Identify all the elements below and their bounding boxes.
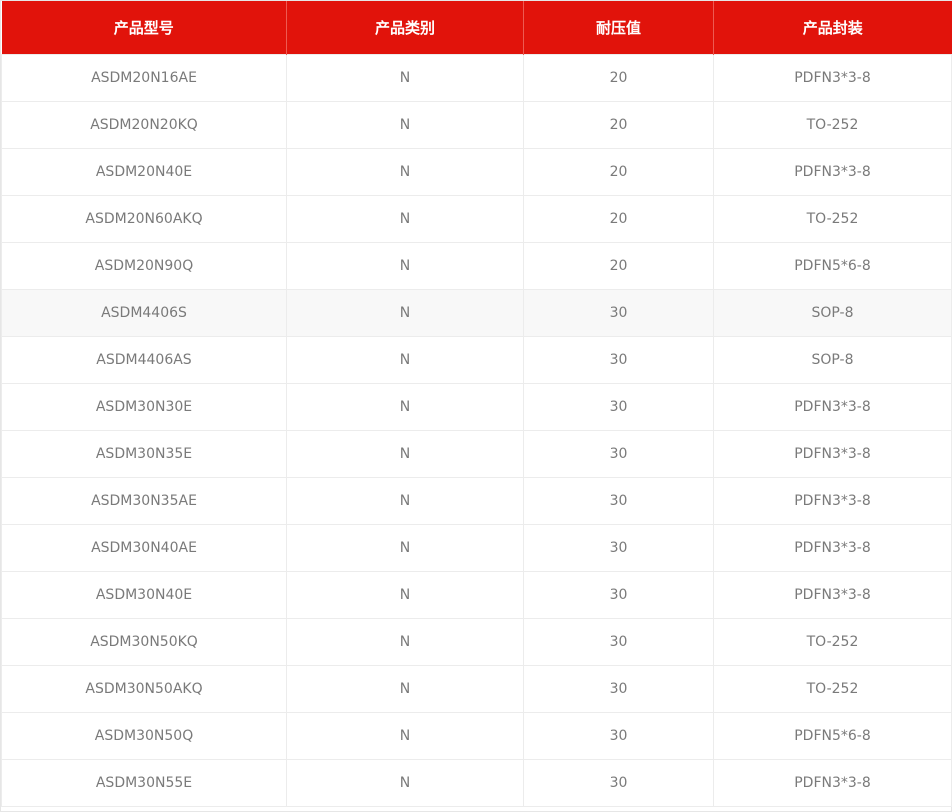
cell-category: N bbox=[286, 336, 524, 384]
table-header: 产品型号 产品类别 耐压值 产品封装 bbox=[1, 1, 952, 55]
cell-package: PDFN3*3-8 bbox=[713, 430, 952, 478]
cell-voltage: 30 bbox=[523, 618, 714, 666]
cell-model: ASDM30N40E bbox=[1, 571, 287, 619]
table-row[interactable]: ASDM30N55E N 30 PDFN3*3-8 bbox=[1, 759, 952, 807]
cell-voltage: 30 bbox=[523, 289, 714, 337]
cell-package: SOP-8 bbox=[713, 336, 952, 384]
cell-voltage: 30 bbox=[523, 571, 714, 619]
column-header-category[interactable]: 产品类别 bbox=[286, 1, 524, 55]
cell-voltage: 30 bbox=[523, 759, 714, 807]
cell-category: N bbox=[286, 195, 524, 243]
cell-voltage: 30 bbox=[523, 665, 714, 713]
cell-category: N bbox=[286, 289, 524, 337]
cell-category: N bbox=[286, 618, 524, 666]
cell-voltage: 30 bbox=[523, 477, 714, 525]
cell-voltage: 30 bbox=[523, 383, 714, 431]
cell-model: ASDM4406S bbox=[1, 289, 287, 337]
cell-category: N bbox=[286, 571, 524, 619]
cell-category: N bbox=[286, 148, 524, 196]
cell-package: PDFN3*3-8 bbox=[713, 759, 952, 807]
cell-model: ASDM20N16AE bbox=[1, 54, 287, 102]
cell-package: PDFN3*3-8 bbox=[713, 54, 952, 102]
header-row: 产品型号 产品类别 耐压值 产品封装 bbox=[1, 1, 952, 55]
cell-category: N bbox=[286, 712, 524, 760]
cell-model: ASDM30N50KQ bbox=[1, 618, 287, 666]
table-row[interactable]: ASDM20N20KQ N 20 TO-252 bbox=[1, 101, 952, 149]
cell-model: ASDM30N35E bbox=[1, 430, 287, 478]
product-table: 产品型号 产品类别 耐压值 产品封装 ASDM20N16AE N 20 PDFN… bbox=[1, 1, 952, 807]
cell-category: N bbox=[286, 242, 524, 290]
cell-voltage: 30 bbox=[523, 336, 714, 384]
cell-category: N bbox=[286, 101, 524, 149]
cell-category: N bbox=[286, 477, 524, 525]
cell-package: PDFN5*6-8 bbox=[713, 242, 952, 290]
table-row[interactable]: ASDM4406AS N 30 SOP-8 bbox=[1, 336, 952, 384]
cell-voltage: 20 bbox=[523, 195, 714, 243]
cell-voltage: 20 bbox=[523, 54, 714, 102]
cell-model: ASDM30N55E bbox=[1, 759, 287, 807]
cell-category: N bbox=[286, 524, 524, 572]
cell-package: TO-252 bbox=[713, 618, 952, 666]
cell-package: PDFN3*3-8 bbox=[713, 571, 952, 619]
cell-voltage: 30 bbox=[523, 430, 714, 478]
column-header-package[interactable]: 产品封装 bbox=[713, 1, 952, 55]
cell-package: TO-252 bbox=[713, 101, 952, 149]
cell-model: ASDM30N50Q bbox=[1, 712, 287, 760]
column-header-voltage[interactable]: 耐压值 bbox=[523, 1, 714, 55]
table-row[interactable]: ASDM30N50AKQ N 30 TO-252 bbox=[1, 665, 952, 713]
cell-model: ASDM20N90Q bbox=[1, 242, 287, 290]
table-row[interactable]: ASDM30N30E N 30 PDFN3*3-8 bbox=[1, 383, 952, 431]
cell-package: PDFN3*3-8 bbox=[713, 524, 952, 572]
table-row[interactable]: ASDM20N16AE N 20 PDFN3*3-8 bbox=[1, 54, 952, 102]
cell-voltage: 30 bbox=[523, 524, 714, 572]
cell-category: N bbox=[286, 759, 524, 807]
table-row[interactable]: ASDM20N60AKQ N 20 TO-252 bbox=[1, 195, 952, 243]
table-row[interactable]: ASDM30N40AE N 30 PDFN3*3-8 bbox=[1, 524, 952, 572]
cell-category: N bbox=[286, 665, 524, 713]
cell-model: ASDM30N30E bbox=[1, 383, 287, 431]
cell-category: N bbox=[286, 383, 524, 431]
table-row[interactable]: ASDM30N50Q N 30 PDFN5*6-8 bbox=[1, 712, 952, 760]
table-row[interactable]: ASDM4406S N 30 SOP-8 bbox=[1, 289, 952, 337]
cell-package: PDFN3*3-8 bbox=[713, 148, 952, 196]
cell-model: ASDM30N40AE bbox=[1, 524, 287, 572]
cell-model: ASDM30N50AKQ bbox=[1, 665, 287, 713]
cell-category: N bbox=[286, 430, 524, 478]
cell-package: PDFN3*3-8 bbox=[713, 477, 952, 525]
table-row[interactable]: ASDM30N50KQ N 30 TO-252 bbox=[1, 618, 952, 666]
cell-package: TO-252 bbox=[713, 195, 952, 243]
table-row[interactable]: ASDM30N35AE N 30 PDFN3*3-8 bbox=[1, 477, 952, 525]
cell-voltage: 20 bbox=[523, 101, 714, 149]
cell-model: ASDM4406AS bbox=[1, 336, 287, 384]
cell-voltage: 20 bbox=[523, 242, 714, 290]
cell-model: ASDM30N35AE bbox=[1, 477, 287, 525]
table-row[interactable]: ASDM20N40E N 20 PDFN3*3-8 bbox=[1, 148, 952, 196]
cell-package: SOP-8 bbox=[713, 289, 952, 337]
column-header-model[interactable]: 产品型号 bbox=[1, 1, 287, 55]
cell-package: PDFN5*6-8 bbox=[713, 712, 952, 760]
cell-package: TO-252 bbox=[713, 665, 952, 713]
cell-voltage: 30 bbox=[523, 712, 714, 760]
cell-model: ASDM20N20KQ bbox=[1, 101, 287, 149]
cell-category: N bbox=[286, 54, 524, 102]
table-body: ASDM20N16AE N 20 PDFN3*3-8 ASDM20N20KQ N… bbox=[1, 54, 952, 807]
cell-model: ASDM20N60AKQ bbox=[1, 195, 287, 243]
cell-voltage: 20 bbox=[523, 148, 714, 196]
table-row[interactable]: ASDM20N90Q N 20 PDFN5*6-8 bbox=[1, 242, 952, 290]
cell-package: PDFN3*3-8 bbox=[713, 383, 952, 431]
table-row[interactable]: ASDM30N40E N 30 PDFN3*3-8 bbox=[1, 571, 952, 619]
cell-model: ASDM20N40E bbox=[1, 148, 287, 196]
table-row[interactable]: ASDM30N35E N 30 PDFN3*3-8 bbox=[1, 430, 952, 478]
